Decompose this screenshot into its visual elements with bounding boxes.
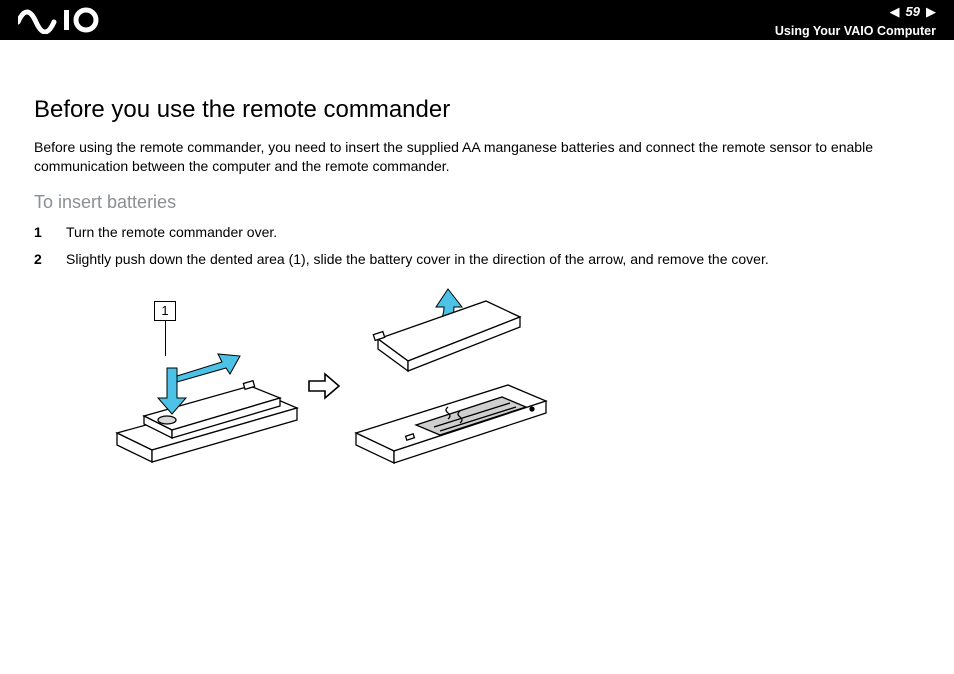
step-text: Slightly push down the dented area (1), … xyxy=(66,250,769,269)
section-breadcrumb: Using Your VAIO Computer xyxy=(775,24,936,38)
step-number: 2 xyxy=(34,250,48,269)
intro-paragraph: Before using the remote commander, you n… xyxy=(34,138,920,176)
manual-page: ◀ 59 ▶ Using Your VAIO Computer Before y… xyxy=(0,0,954,674)
list-item: 1 Turn the remote commander over. xyxy=(34,223,920,242)
remote-cover-closed-illustration xyxy=(112,338,302,468)
step-number: 1 xyxy=(34,223,48,242)
page-nav: ◀ 59 ▶ xyxy=(890,4,936,19)
steps-list: 1 Turn the remote commander over. 2 Slig… xyxy=(34,223,920,269)
battery-cover-figure: 1 xyxy=(112,283,542,473)
nav-next-icon[interactable]: ▶ xyxy=(926,5,936,18)
list-item: 2 Slightly push down the dented area (1)… xyxy=(34,250,920,269)
vaio-logo xyxy=(18,6,106,34)
step-text: Turn the remote commander over. xyxy=(66,223,277,242)
subheading: To insert batteries xyxy=(34,192,920,213)
page-number: 59 xyxy=(906,4,920,19)
page-title: Before you use the remote commander xyxy=(34,96,920,124)
remote-cover-removed-illustration xyxy=(350,283,550,473)
page-body: Before you use the remote commander Befo… xyxy=(0,40,954,473)
sequence-arrow-icon xyxy=(307,371,341,401)
figure-callout-1: 1 xyxy=(154,301,176,321)
nav-prev-icon[interactable]: ◀ xyxy=(890,5,900,18)
page-header: ◀ 59 ▶ Using Your VAIO Computer xyxy=(0,0,954,40)
